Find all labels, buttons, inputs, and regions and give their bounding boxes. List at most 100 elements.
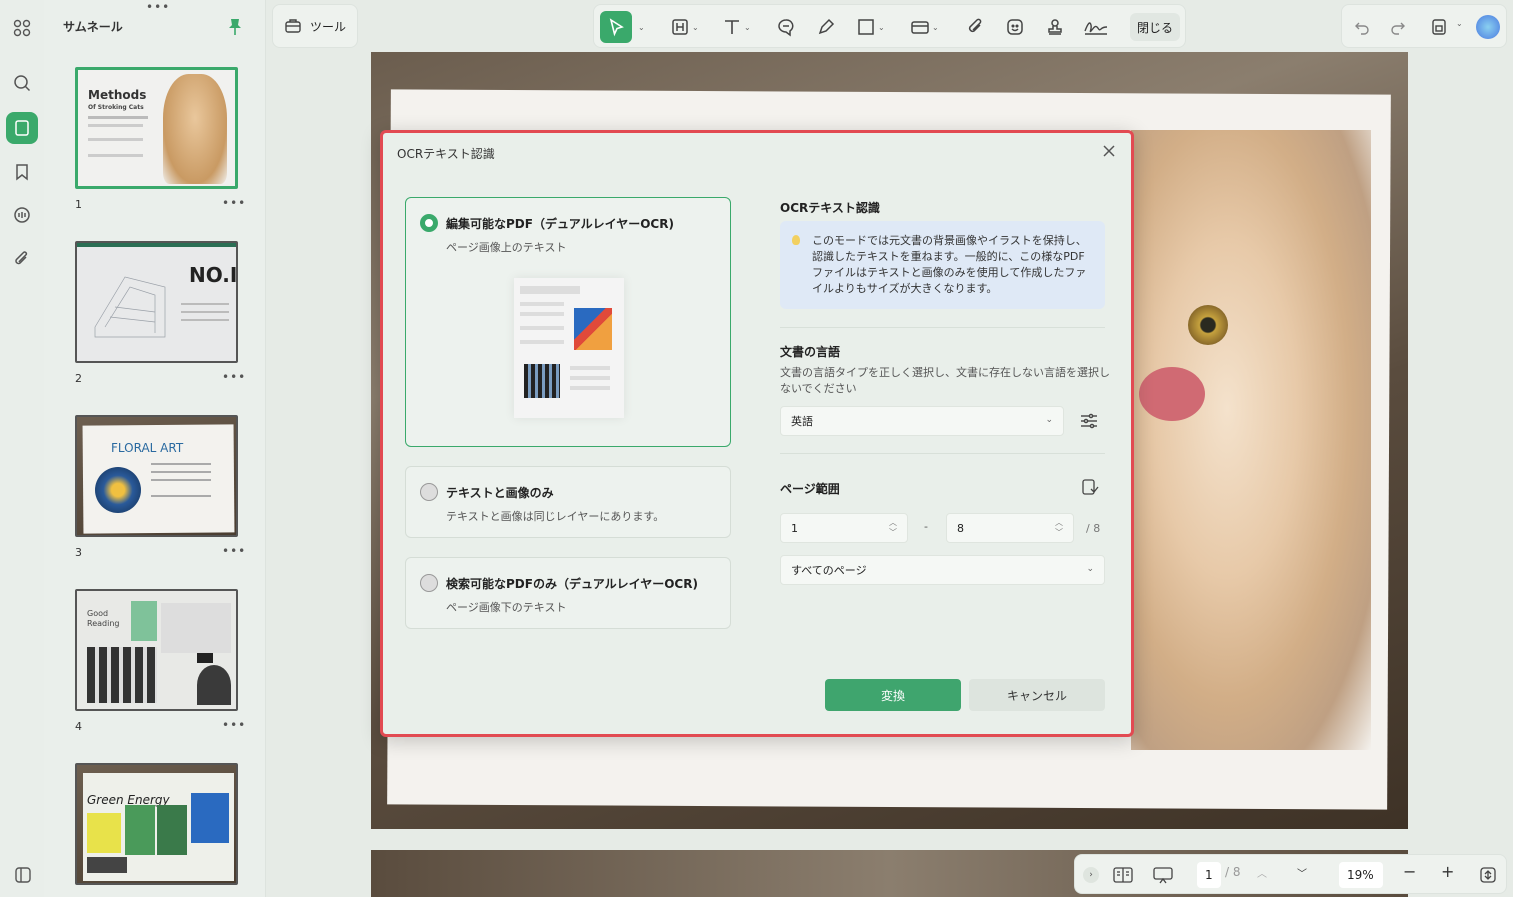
chevron-down-icon: ⌄ <box>1045 415 1053 425</box>
page-select-icon[interactable] <box>1081 478 1099 496</box>
thumbnail-page-4[interactable]: Good Reading <box>75 589 238 711</box>
zoom-input[interactable]: 19% <box>1339 862 1383 888</box>
thumbnail-panel: ••• サムネール Methods Of Stroking Cats 1 •••… <box>44 0 266 897</box>
option-text-image-only[interactable]: テキストと画像のみ テキストと画像は同じレイヤーにあります。 <box>405 466 731 538</box>
signature-tool[interactable] <box>1083 13 1109 41</box>
page-from-input[interactable]: 1 ︿ ﹀ <box>780 513 908 543</box>
more-icon[interactable]: ••• <box>222 370 246 384</box>
fit-page-icon[interactable] <box>1479 866 1497 884</box>
pen-icon <box>818 18 835 35</box>
dialog-title: OCRテキスト認識 <box>397 147 495 161</box>
option-subtitle: ページ画像上のテキスト <box>446 241 567 254</box>
option-editable-pdf[interactable]: 編集可能なPDF（デュアルレイヤーOCR) ページ画像上のテキスト <box>405 197 731 447</box>
more-icon[interactable]: ••• <box>222 196 246 210</box>
cursor-icon <box>609 18 624 37</box>
ai-assistant-icon[interactable] <box>1476 15 1500 39</box>
thumb-heading: Good Reading <box>87 609 120 628</box>
language-value: 英語 <box>791 415 813 428</box>
prev-page-icon[interactable]: ︿ <box>1257 865 1267 880</box>
toolbox-icon <box>285 19 301 33</box>
sticker-icon <box>1007 19 1023 35</box>
ocr-dialog: OCRテキスト認識 編集可能なPDF（デュアルレイヤーOCR) ページ画像上のテ… <box>380 130 1134 737</box>
option-subtitle: ページ画像下のテキスト <box>446 601 567 614</box>
pin-icon[interactable] <box>228 18 242 36</box>
thumbnail-page-5[interactable]: Green Energy <box>75 763 238 885</box>
page-total: / 8 <box>1225 865 1241 879</box>
thumbnail-page-3[interactable]: FLORAL ART <box>75 415 238 537</box>
radio-searchable-pdf[interactable] <box>420 574 438 592</box>
stamp-icon <box>1048 19 1062 35</box>
option-title: テキストと画像のみ <box>446 486 554 500</box>
undo-icon[interactable] <box>1354 19 1370 35</box>
panel-toggle-icon[interactable] <box>14 866 32 884</box>
page-to-value: 8 <box>957 521 964 535</box>
radio-editable-pdf[interactable] <box>420 214 438 232</box>
shape-tool[interactable]: ⌄ <box>856 13 885 41</box>
chevron-down-icon: ⌄ <box>1086 564 1094 574</box>
info-box: このモードでは元文書の背景画像やイラストを保持し、認識したテキストを重ねます。一… <box>780 221 1105 309</box>
pen-tool[interactable] <box>816 13 836 41</box>
comment-icon[interactable] <box>6 199 38 231</box>
next-page-icon[interactable]: ﹀ <box>1297 865 1307 880</box>
search-icon[interactable] <box>6 67 38 99</box>
seal-tool[interactable] <box>1045 13 1065 41</box>
option-subtitle: テキストと画像は同じレイヤーにあります。 <box>446 510 665 523</box>
radio-text-image-only[interactable] <box>420 483 438 501</box>
language-label: 文書の言語 <box>780 345 841 359</box>
convert-button[interactable]: 変換 <box>825 679 961 711</box>
thumbnail-page-1[interactable]: Methods Of Stroking Cats <box>75 67 238 189</box>
page-scope-select[interactable]: すべてのページ ⌄ <box>780 555 1105 585</box>
page-to-input[interactable]: 8 ︿ ﹀ <box>946 513 1074 543</box>
text-icon <box>725 20 739 34</box>
comment-tool[interactable] <box>776 13 796 41</box>
save-caret[interactable]: ⌄ <box>1456 19 1463 28</box>
highlighter-icon <box>672 19 688 35</box>
bookmark-icon[interactable] <box>6 156 38 188</box>
paperclip-icon <box>968 18 982 33</box>
thumbnail-icon[interactable] <box>6 112 38 144</box>
language-settings-icon[interactable] <box>1079 411 1099 431</box>
close-icon[interactable] <box>1101 143 1117 159</box>
language-select[interactable]: 英語 ⌄ <box>780 406 1064 436</box>
zoom-out-icon[interactable]: − <box>1403 862 1416 881</box>
page-number-input[interactable]: 1 <box>1197 862 1221 888</box>
text-tool[interactable]: ⌄ <box>722 13 751 41</box>
divider <box>780 327 1105 328</box>
cancel-button[interactable]: キャンセル <box>969 679 1105 711</box>
thumb-heading: Methods <box>88 88 147 102</box>
present-icon[interactable] <box>1153 866 1173 884</box>
preview-illustration <box>514 278 624 418</box>
thumb-number: 4 <box>75 720 82 733</box>
thumb-number: 2 <box>75 372 82 385</box>
rectangle-icon <box>858 19 874 35</box>
signature-icon <box>1084 22 1108 35</box>
stepper-icon[interactable]: ︿ ﹀ <box>1055 518 1063 538</box>
tools-button[interactable]: ツール <box>272 4 358 48</box>
expand-icon[interactable]: › <box>1083 867 1099 883</box>
more-icon[interactable]: ••• <box>222 544 246 558</box>
more-icon[interactable]: ••• <box>222 718 246 732</box>
grid-icon[interactable] <box>6 12 38 44</box>
save-icon[interactable] <box>1430 18 1448 36</box>
attachment-icon[interactable] <box>6 243 38 275</box>
attach-tool[interactable] <box>965 13 985 41</box>
thumb-number: 1 <box>75 198 82 211</box>
close-button[interactable]: 閉じる <box>1130 13 1180 41</box>
two-page-view-icon[interactable] <box>1113 866 1133 884</box>
zoom-in-icon[interactable]: + <box>1441 862 1454 881</box>
option-searchable-pdf[interactable]: 検索可能なPDFのみ（デュアルレイヤーOCR) ページ画像下のテキスト <box>405 557 731 629</box>
thumbnail-panel-title: サムネール <box>63 20 123 34</box>
page-total-label: / 8 <box>1086 522 1101 535</box>
sticker-tool[interactable] <box>1005 13 1025 41</box>
thumb-heading: FLORAL ART <box>111 441 184 455</box>
highlight-tool[interactable]: ⌄ <box>670 13 699 41</box>
select-tool-caret[interactable]: ⌄ <box>638 13 645 41</box>
drag-handle[interactable]: ••• <box>146 0 170 14</box>
thumbnail-page-2[interactable]: NO.I <box>75 241 238 363</box>
select-tool[interactable] <box>600 11 632 43</box>
thumb-heading: NO.I <box>189 263 238 287</box>
stepper-icon[interactable]: ︿ ﹀ <box>889 518 897 538</box>
stamp-tool[interactable]: ⌄ <box>910 13 939 41</box>
redo-icon[interactable] <box>1390 19 1406 35</box>
divider <box>780 453 1105 454</box>
